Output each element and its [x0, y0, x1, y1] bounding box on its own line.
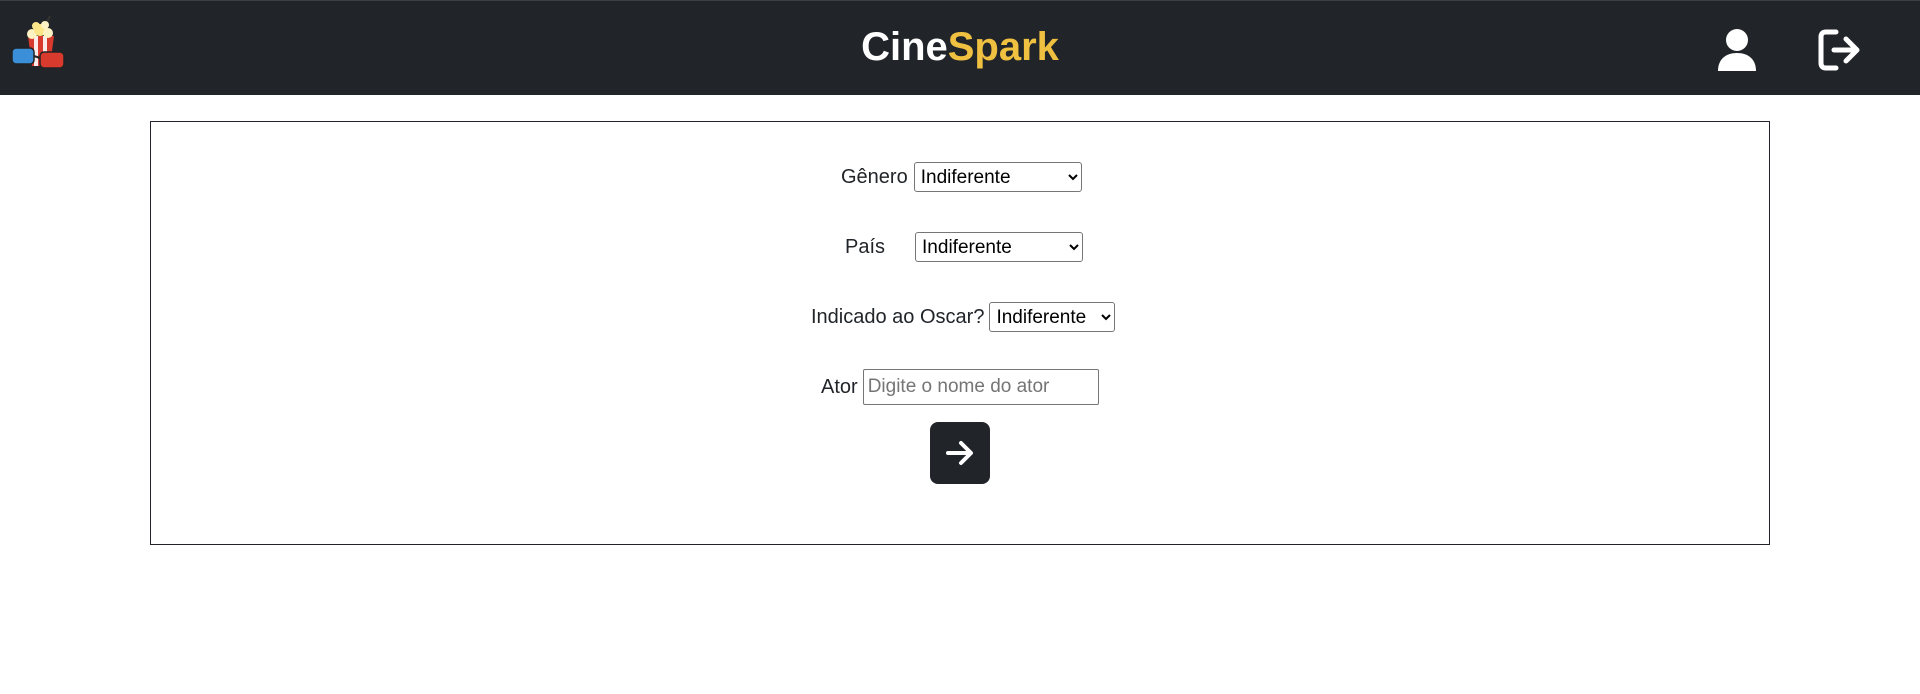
genre-row: Gênero Indiferente — [841, 162, 1082, 192]
brand-title: CineSpark — [0, 23, 1920, 71]
oscar-label: Indicado ao Oscar? — [811, 305, 985, 328]
search-submit-button[interactable] — [930, 422, 990, 484]
logout-icon[interactable] — [1816, 26, 1864, 74]
oscar-select[interactable]: Indiferente — [989, 302, 1116, 332]
genre-label: Gênero — [841, 165, 908, 188]
country-label: País — [845, 235, 886, 258]
arrow-right-icon — [946, 441, 973, 465]
brand-link[interactable]: CineSpark — [861, 25, 1059, 69]
country-select[interactable]: Indiferente — [915, 232, 1084, 262]
oscar-row: Indicado ao Oscar? Indiferente — [811, 302, 1116, 332]
actor-row: Ator — [821, 369, 1099, 405]
navbar: CineSpark — [0, 0, 1920, 95]
brand-part2: Spark — [947, 25, 1059, 69]
actor-input[interactable] — [862, 369, 1099, 405]
popcorn-3d-glasses-icon[interactable] — [10, 14, 68, 74]
actor-label: Ator — [821, 375, 858, 398]
genre-select[interactable]: Indiferente — [913, 162, 1082, 192]
user-icon[interactable] — [1713, 26, 1761, 74]
country-row: País Indiferente — [845, 232, 1084, 262]
brand-part1: Cine — [861, 25, 948, 69]
